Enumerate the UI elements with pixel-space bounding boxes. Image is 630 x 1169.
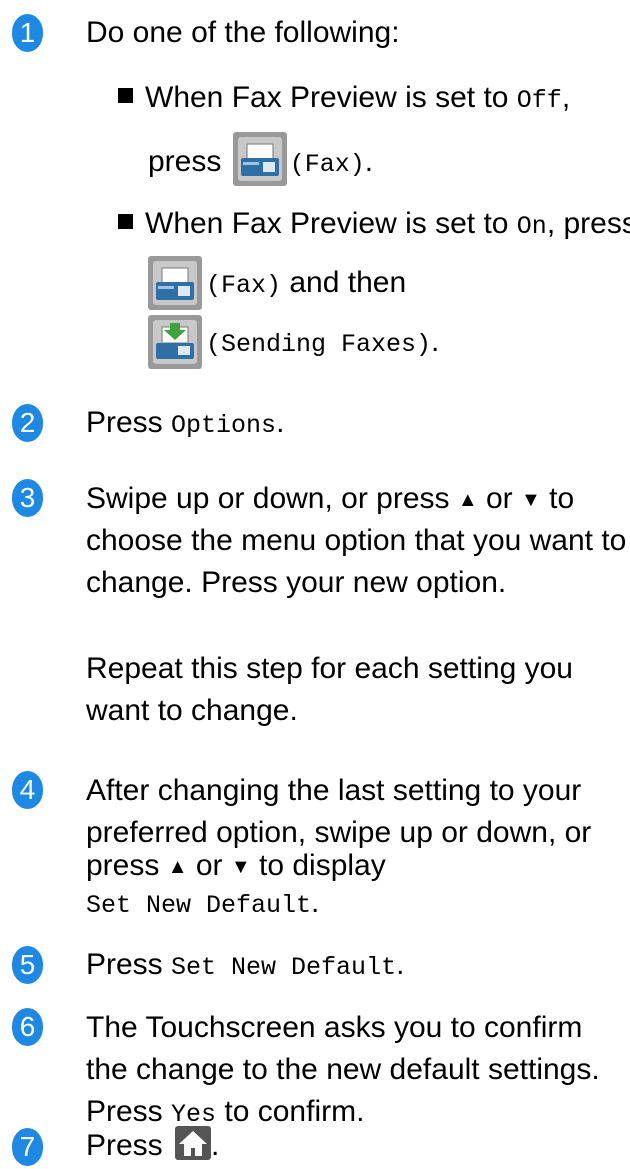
options-button-label: Options — [171, 411, 277, 440]
bullet-off-line-1: When Fax Preview is set to Off, — [118, 80, 570, 119]
up-arrow-icon: ▲ — [167, 856, 188, 878]
step-4-line-1: After changing the last setting to your — [86, 774, 582, 807]
sending-faxes-icon[interactable] — [148, 315, 202, 369]
step-6-line-1: The Touchscreen asks you to confirm — [86, 1011, 583, 1044]
step-number-badge: 5 — [12, 946, 43, 984]
down-arrow-icon: ▼ — [521, 489, 541, 511]
set-new-default-button-label: Set New Default — [171, 953, 397, 982]
home-icon[interactable] — [175, 1126, 212, 1160]
step-4-line-3: press ▲ or ▼ to display — [86, 849, 386, 882]
bullet-on-line-3: (Sending Faxes). — [206, 325, 440, 359]
step-4-line-2: preferred option, swipe up or down, or — [86, 816, 592, 849]
bullet-on-line-1: When Fax Preview is set to On, press — [118, 206, 630, 245]
step-3-line-3: change. Press your new option. — [86, 566, 507, 599]
step-4-line-4: Set New Default. — [86, 886, 320, 920]
down-arrow-icon: ▼ — [230, 856, 251, 878]
up-arrow-icon: ▲ — [457, 489, 478, 511]
fax-preview-on-value: On — [516, 212, 547, 241]
step-number-badge: 2 — [12, 404, 43, 442]
step-3-line-1: Swipe up or down, or press ▲ or ▼ to — [86, 482, 575, 515]
step-2-text: Press Options. — [86, 406, 285, 440]
step-number-badge: 7 — [12, 1128, 43, 1166]
set-new-default-label: Set New Default — [86, 891, 312, 920]
step-number-badge: 6 — [12, 1008, 43, 1046]
fax-icon[interactable] — [148, 256, 202, 310]
step-5-text: Press Set New Default. — [86, 948, 405, 982]
sending-faxes-button-label: (Sending Faxes) — [206, 330, 432, 359]
step-1-intro: Do one of the following: — [86, 16, 400, 49]
step-3-line-4: Repeat this step for each setting you — [86, 652, 573, 685]
fax-button-label: (Fax) — [289, 150, 365, 179]
step-number-badge: 3 — [12, 479, 43, 517]
step-3-line-5: want to change. — [86, 694, 298, 727]
step-number-badge: 4 — [12, 771, 43, 809]
step-number-badge: 1 — [12, 14, 43, 52]
step-6-line-2: the change to the new default settings. — [86, 1053, 600, 1086]
yes-button-label: Yes — [171, 1100, 217, 1129]
step-7-text: Press . — [86, 1126, 219, 1164]
bullet-off-line-2: press (Fax). — [148, 132, 373, 194]
bullet-on-line-2: (Fax) and then — [206, 266, 407, 300]
bullet-square-icon — [118, 88, 133, 103]
bullet-square-icon — [118, 214, 133, 229]
fax-icon[interactable] — [232, 132, 287, 186]
step-3-line-2: choose the menu option that you want to — [86, 524, 627, 557]
fax-preview-off-value: Off — [516, 86, 562, 115]
fax-button-label: (Fax) — [206, 271, 282, 300]
